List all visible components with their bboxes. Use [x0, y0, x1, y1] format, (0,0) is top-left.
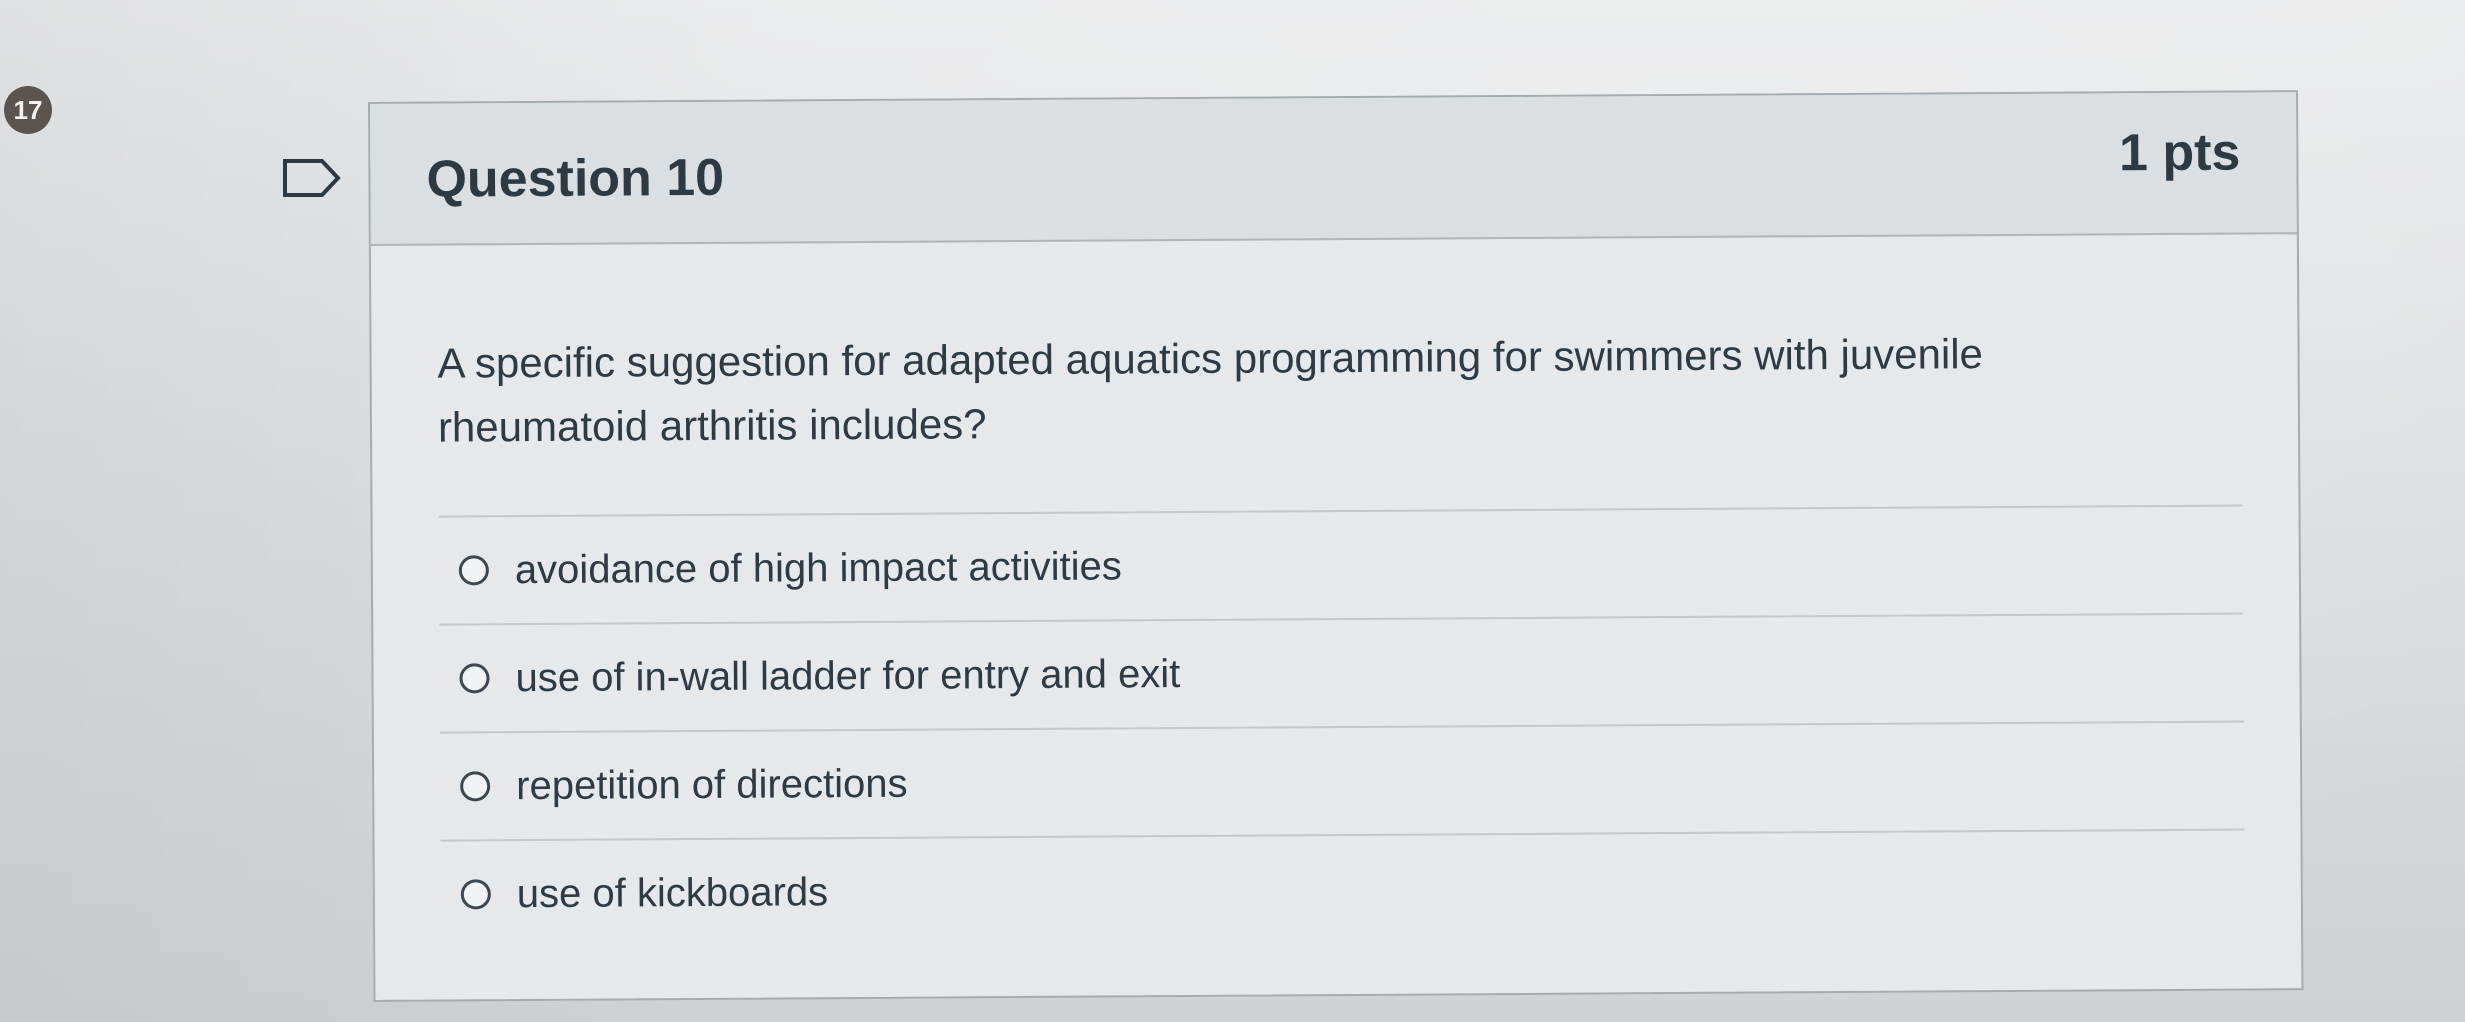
question-body: A specific suggestion for adapted aquati… [371, 234, 2301, 948]
answer-option[interactable]: repetition of directions [439, 722, 2245, 842]
answer-label[interactable]: use of in-wall ladder for entry and exit [515, 652, 1180, 701]
question-count-badge: 17 [4, 86, 52, 134]
radio-circle-icon[interactable] [460, 879, 491, 910]
question-header: Question 10 1 pts [370, 92, 2297, 246]
answer-option[interactable]: use of in-wall ladder for entry and exit [439, 614, 2244, 734]
flag-outline-icon[interactable] [282, 158, 342, 198]
question-text: A specific suggestion for adapted aquati… [437, 330, 1984, 451]
answer-label[interactable]: use of kickboards [517, 870, 829, 917]
question-points: 1 pts [2118, 123, 2241, 183]
answer-list: avoidance of high impact activities use … [438, 504, 2246, 948]
answer-label[interactable]: avoidance of high impact activities [515, 544, 1122, 593]
question-card: Question 10 1 pts A specific suggestion … [368, 90, 2304, 1002]
radio-circle-icon[interactable] [458, 555, 489, 586]
answer-option[interactable]: avoidance of high impact activities [438, 506, 2244, 626]
answer-label[interactable]: repetition of directions [516, 761, 908, 808]
question-title: Question 10 [426, 148, 725, 209]
radio-circle-icon[interactable] [459, 663, 490, 694]
radio-circle-icon[interactable] [460, 771, 491, 802]
answer-option[interactable]: use of kickboards [441, 831, 2246, 948]
